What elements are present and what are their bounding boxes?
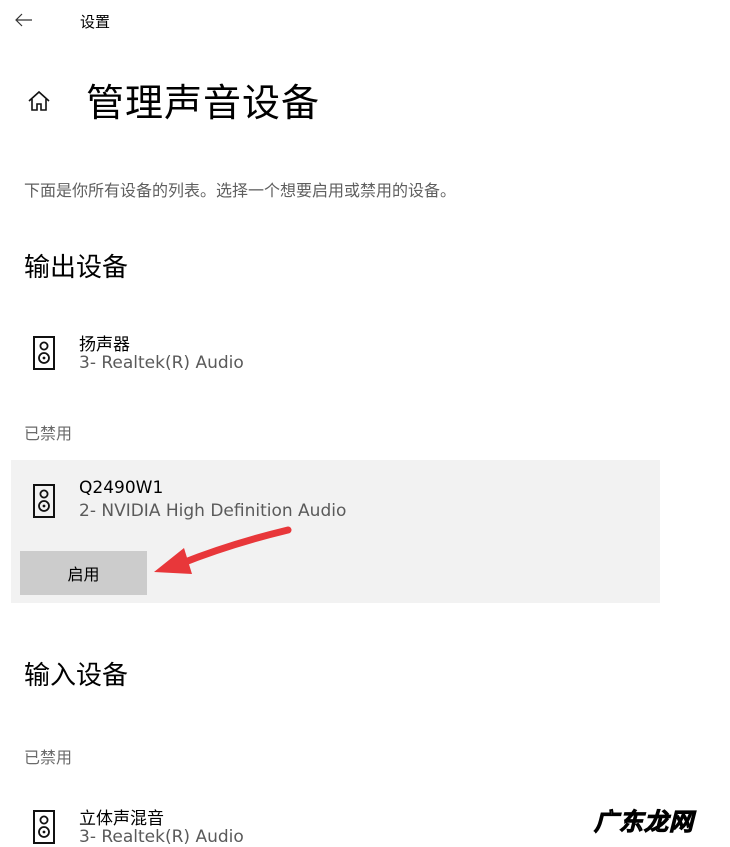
device-detail: 2- NVIDIA High Definition Audio bbox=[79, 501, 347, 521]
enable-button[interactable]: 启用 bbox=[20, 551, 147, 595]
page-title: 管理声音设备 bbox=[86, 81, 321, 125]
input-devices-heading: 输入设备 bbox=[24, 661, 129, 691]
page-description: 下面是你所有设备的列表。选择一个想要启用或禁用的设备。 bbox=[24, 181, 457, 200]
output-device-item[interactable]: 扬声器 3- Realtek(R) Audio bbox=[14, 335, 660, 376]
home-icon bbox=[28, 90, 50, 111]
device-detail: 3- Realtek(R) Audio bbox=[79, 353, 244, 373]
device-name: 扬声器 bbox=[79, 335, 130, 355]
back-button[interactable] bbox=[10, 6, 38, 34]
input-disabled-label: 已禁用 bbox=[24, 748, 73, 767]
app-title: 设置 bbox=[80, 13, 111, 31]
speaker-icon bbox=[33, 810, 55, 844]
speaker-icon bbox=[33, 336, 55, 370]
device-name: 立体声混音 bbox=[79, 809, 164, 829]
disabled-input-device-item[interactable]: 立体声混音 3- Realtek(R) Audio bbox=[14, 809, 660, 847]
speaker-icon bbox=[33, 484, 55, 518]
output-disabled-label: 已禁用 bbox=[24, 424, 73, 443]
watermark: 广东龙网 bbox=[594, 807, 694, 837]
device-detail: 3- Realtek(R) Audio bbox=[79, 827, 244, 847]
home-button[interactable] bbox=[22, 84, 56, 118]
output-devices-heading: 输出设备 bbox=[24, 253, 129, 283]
disabled-output-device-item[interactable]: Q2490W1 2- NVIDIA High Definition Audio bbox=[14, 478, 660, 524]
arrow-left-icon bbox=[15, 13, 32, 27]
device-name: Q2490W1 bbox=[79, 478, 164, 498]
red-arrow-icon bbox=[154, 526, 292, 574]
